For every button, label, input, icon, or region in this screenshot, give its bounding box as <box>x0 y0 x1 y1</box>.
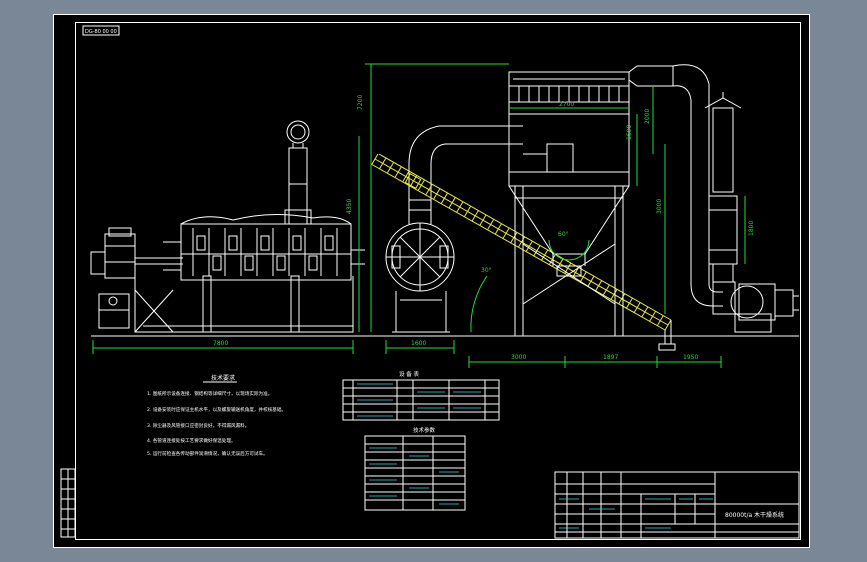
screw-flight <box>479 214 487 226</box>
dimension-lines: 7800 1600 3000 1897 1950 7200 4350 2700 … <box>92 63 755 368</box>
screw-flight <box>610 289 618 300</box>
drawing-viewport: DG-80 00 00 7800 1600 3000 1897 1950 720… <box>0 0 867 562</box>
screw-flight <box>664 319 672 331</box>
screw-flight <box>518 236 525 248</box>
notes-heading: 技术要求 <box>211 374 235 382</box>
dim-stack-height: 1800 <box>748 221 755 236</box>
screw-flight <box>386 162 394 173</box>
note-2: 2. 设备安装时应保证主机水平，以及螺旋输送机角度，并校核基础。 <box>147 406 286 413</box>
screw-flight <box>394 166 402 178</box>
screw-flight <box>633 302 641 313</box>
screw-flight <box>402 171 410 182</box>
cad-drawing: DG-80 00 00 7800 1600 3000 1897 1950 720… <box>53 14 810 548</box>
note-3: 3. 除尘器及风管接口应密封良好，不得漏风漏料。 <box>147 422 249 429</box>
dim-b: 1897 <box>603 354 618 361</box>
dim-dryer-length: 7800 <box>213 340 228 347</box>
screw-flight <box>448 197 456 208</box>
furnace <box>385 125 523 333</box>
screw-flight <box>371 153 379 165</box>
screw-flight <box>649 311 657 322</box>
table2-heading: 技术参数 <box>413 426 436 434</box>
dim-bag-width: 2700 <box>559 101 574 108</box>
corner-tag: DG-80 00 00 <box>85 29 117 35</box>
screw-flight <box>471 210 479 222</box>
screw-flight <box>379 158 387 169</box>
screw-flight <box>656 315 664 326</box>
screw-flight <box>641 306 649 318</box>
title-block: 80000t/a 木干燥系统 <box>554 471 800 539</box>
table1-heading: 设 备 表 <box>399 370 419 378</box>
screw-flight <box>494 223 502 235</box>
inner-frame <box>75 22 801 540</box>
dim-cone: 60° <box>558 231 569 238</box>
note-1: 1. 图纸所示设备连接、钢结构等详细尺寸，以现场实际为准。 <box>147 390 272 397</box>
screw-flight <box>587 276 595 287</box>
dim-angle: 30° <box>481 267 492 274</box>
screw-flight <box>433 188 441 200</box>
title-block-name: 80000t/a 木干燥系统 <box>725 511 784 519</box>
dim-c: 1950 <box>683 354 698 361</box>
drawing-sheet: DG-80 00 00 7800 1600 3000 1897 1950 720… <box>53 14 810 548</box>
screw-flight <box>618 293 626 305</box>
dim-h-b: 2000 <box>644 109 651 124</box>
screw-flight <box>410 175 417 187</box>
screw-flight <box>464 206 471 217</box>
dim-height-b: 4350 <box>346 199 353 214</box>
screw-flight <box>510 232 518 243</box>
equipment-table: 设 备 表 <box>342 370 500 421</box>
screw-flight <box>456 201 464 213</box>
technical-notes: 技术要求 1. 图纸所示设备连接、钢结构等详细尺寸，以现场实际为准。 2. 设备… <box>147 374 286 457</box>
parameter-table: 技术参数 <box>364 426 466 511</box>
dim-a: 3000 <box>511 354 526 361</box>
screw-flight <box>602 284 610 296</box>
note-4: 4. 各管道连接处按工艺要求做好保温处理。 <box>147 437 236 444</box>
dryer-assembly <box>90 120 365 333</box>
fan-and-stack <box>704 92 799 333</box>
dim-height-main: 7200 <box>357 95 364 110</box>
dim-h-c: 3000 <box>656 199 663 214</box>
screw-flight <box>487 219 495 230</box>
dim-h-a: 1500 <box>626 125 633 140</box>
screw-flight <box>502 228 510 239</box>
dim-furnace-width: 1600 <box>411 340 426 347</box>
left-stamp <box>60 468 76 538</box>
note-5: 5. 运行前检查各传动部件润滑情况，确认无误后方可试车。 <box>147 450 268 457</box>
screw-flight <box>440 193 448 204</box>
screw-flight <box>626 297 633 309</box>
screw-flight <box>595 280 603 291</box>
